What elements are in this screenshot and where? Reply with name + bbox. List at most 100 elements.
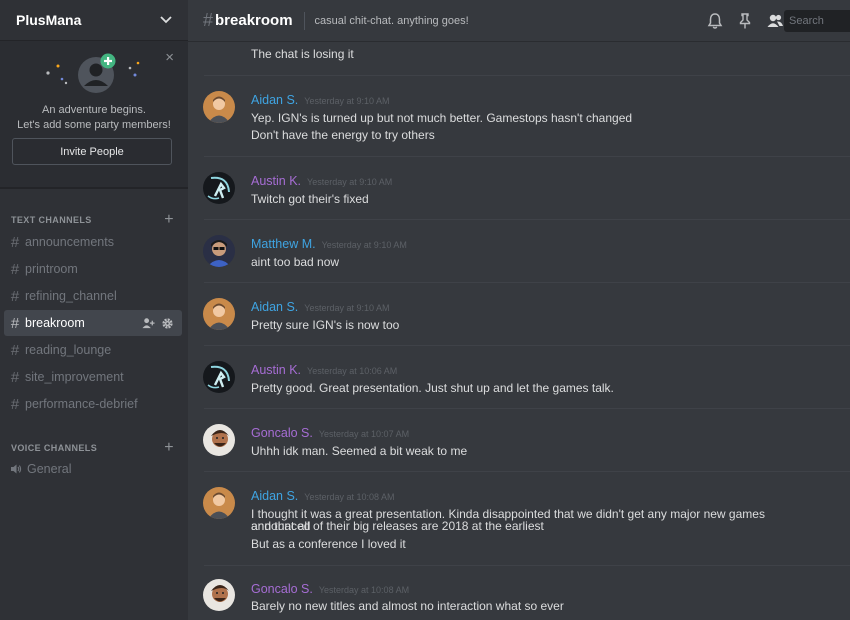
voice-channel-general[interactable]: General: [4, 456, 182, 482]
invite-people-button[interactable]: Invite People: [12, 138, 172, 165]
hash-icon: #: [10, 260, 20, 278]
channel-label: refining_channel: [25, 289, 117, 303]
author-name[interactable]: Matthew M.: [251, 237, 316, 251]
avatar[interactable]: [203, 424, 235, 456]
timestamp: Yesterday at 10:07 AM: [318, 429, 410, 439]
author-name[interactable]: Austin K.: [251, 174, 301, 188]
party-illustration: [46, 53, 140, 93]
message-group: Goncalo S. Yesterday at 10:08 AM Barely …: [188, 565, 850, 620]
avatar[interactable]: [203, 91, 235, 123]
header-divider: [303, 11, 305, 30]
avatar[interactable]: [203, 172, 235, 204]
message-group: Austin K. Yesterday at 9:10 AM Twitch go…: [188, 156, 850, 218]
channel-site-improvement[interactable]: # site_improvement: [4, 364, 182, 390]
message-text: Uhhh idk man. Seemed a bit weak to me: [251, 444, 468, 458]
avatar-image: [203, 172, 235, 204]
header-toolbar: [706, 0, 784, 42]
message-meta: Austin K. Yesterday at 9:10 AM: [251, 174, 392, 188]
message-group: Aidan S. Yesterday at 9:10 AM Yep. IGN's…: [188, 75, 850, 155]
timestamp: Yesterday at 9:10 AM: [321, 240, 407, 250]
avatar-image: [203, 91, 235, 123]
channel-label: site_improvement: [25, 370, 124, 384]
channel-label: performance-debrief: [25, 397, 138, 411]
channel-announcements[interactable]: # announcements: [4, 229, 182, 255]
message-text: and that all of their big releases are 2…: [251, 519, 544, 533]
chevron-down-icon: [160, 16, 172, 24]
text-channels-category[interactable]: TEXT CHANNELS +: [11, 212, 174, 228]
message-group: Matthew M. Yesterday at 9:10 AM aint too…: [188, 219, 850, 281]
hash-icon: #: [10, 341, 20, 359]
message-divider: [204, 219, 850, 220]
message-divider: [204, 75, 850, 76]
message-group: Aidan S. Yesterday at 9:10 AM Pretty sur…: [188, 282, 850, 344]
avatar[interactable]: [203, 579, 235, 611]
hash-icon: #: [10, 314, 20, 332]
message-meta: Austin K. Yesterday at 10:06 AM: [251, 363, 397, 377]
channel-label: breakroom: [25, 316, 85, 330]
author-name[interactable]: Austin K.: [251, 363, 301, 377]
channel-actions: [142, 317, 174, 330]
category-label: VOICE CHANNELS: [11, 443, 98, 453]
speaker-icon: [11, 464, 22, 474]
chat-area: # breakroom casual chit-chat. anything g…: [188, 0, 850, 620]
channel-printroom[interactable]: # printroom: [4, 256, 182, 282]
add-member-icon[interactable]: [142, 317, 155, 330]
message-meta: Goncalo S. Yesterday at 10:08 AM: [251, 582, 409, 596]
avatar-image: [203, 298, 235, 330]
message-divider: [204, 565, 850, 566]
author-name[interactable]: Aidan S.: [251, 300, 298, 314]
message-divider: [204, 345, 850, 346]
invite-line-2: Let's add some party members!: [17, 119, 171, 131]
channel-label: reading_lounge: [25, 343, 112, 357]
avatar[interactable]: [203, 298, 235, 330]
message-group: Austin K. Yesterday at 10:06 AM Pretty g…: [188, 345, 850, 407]
message-text: Twitch got their's fixed: [251, 192, 369, 206]
message-meta: Matthew M. Yesterday at 9:10 AM: [251, 237, 407, 251]
message-divider: [204, 282, 850, 283]
avatar-image: [203, 424, 235, 456]
avatar-image: [203, 487, 235, 519]
pin-icon[interactable]: [736, 12, 754, 30]
author-name[interactable]: Aidan S.: [251, 93, 298, 107]
avatar[interactable]: [203, 235, 235, 267]
author-name[interactable]: Goncalo S.: [251, 426, 313, 440]
message-text: Pretty good. Great presentation. Just sh…: [251, 381, 614, 395]
voice-channels-category[interactable]: VOICE CHANNELS +: [11, 440, 174, 456]
channel-refining[interactable]: # refining_channel: [4, 283, 182, 309]
hash-icon: #: [203, 10, 214, 30]
message-text: aint too bad now: [251, 255, 340, 269]
bell-icon[interactable]: [706, 12, 724, 30]
timestamp: Yesterday at 10:08 AM: [304, 492, 395, 502]
timestamp: Yesterday at 10:08 AM: [318, 585, 410, 595]
channel-sidebar: PlusMana × An adventure begins. Let's ad…: [0, 0, 188, 620]
add-channel-icon[interactable]: +: [164, 440, 174, 456]
hash-icon: #: [10, 287, 20, 305]
timestamp: Yesterday at 10:06 AM: [307, 366, 398, 376]
gear-icon[interactable]: [161, 317, 174, 330]
add-channel-icon[interactable]: +: [164, 212, 174, 228]
avatar-image: [203, 579, 235, 611]
channel-label: announcements: [25, 235, 114, 249]
members-icon[interactable]: [766, 12, 784, 30]
message-meta: Aidan S. Yesterday at 10:08 AM: [251, 489, 395, 503]
invite-panel: × An adventure begins. Let's add some pa…: [0, 41, 188, 188]
channel-reading-lounge[interactable]: # reading_lounge: [4, 337, 182, 363]
hash-icon: #: [10, 395, 20, 413]
guild-name: PlusMana: [16, 12, 82, 28]
timestamp: Yesterday at 9:10 AM: [304, 96, 390, 106]
author-name[interactable]: Goncalo S.: [251, 582, 313, 596]
avatar[interactable]: [203, 361, 235, 393]
channel-performance-debrief[interactable]: # performance-debrief: [4, 391, 182, 417]
message-meta: Aidan S. Yesterday at 9:10 AM: [251, 93, 390, 107]
avatar[interactable]: [203, 487, 235, 519]
message-text: Barely no new titles and almost no inter…: [251, 599, 564, 613]
search-input[interactable]: Search: [784, 10, 850, 32]
message-group: Goncalo S. Yesterday at 10:07 AM Uhhh id…: [188, 408, 850, 470]
hash-icon: #: [10, 368, 20, 386]
channel-breakroom[interactable]: # breakroom: [4, 310, 182, 336]
hash-icon: #: [10, 233, 20, 251]
author-name[interactable]: Aidan S.: [251, 489, 298, 503]
guild-header[interactable]: PlusMana: [0, 0, 188, 41]
message-group: Aidan S. Yesterday at 10:08 AM I thought…: [188, 471, 850, 564]
avatar-image: [203, 235, 235, 267]
